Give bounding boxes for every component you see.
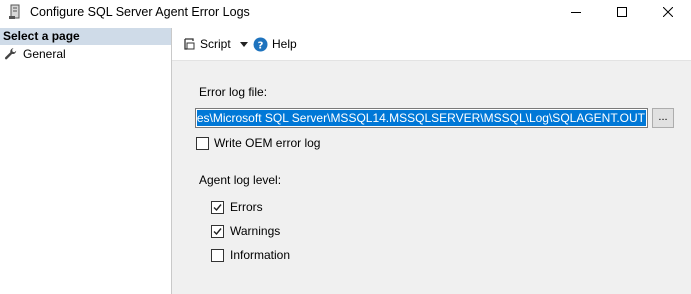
information-checkbox[interactable] <box>211 249 224 262</box>
script-icon <box>184 38 195 50</box>
wrench-icon <box>4 48 17 60</box>
maximize-button[interactable] <box>599 0 645 24</box>
script-button[interactable]: Script <box>182 36 248 52</box>
window-title: Configure SQL Server Agent Error Logs <box>30 5 250 19</box>
write-oem-checkbox[interactable] <box>196 137 209 150</box>
maximize-icon <box>617 7 627 17</box>
errors-label: Errors <box>230 200 263 214</box>
write-oem-label: Write OEM error log <box>214 136 321 150</box>
select-page-header: Select a page <box>0 28 171 45</box>
information-label: Information <box>230 248 291 262</box>
error-log-file-value: C:\Program Files\Microsoft SQL Server\MS… <box>197 111 645 125</box>
browse-button[interactable]: ... <box>652 108 674 128</box>
errors-checkbox[interactable] <box>211 201 224 214</box>
chevron-down-icon <box>239 41 248 47</box>
minimize-icon <box>571 12 581 13</box>
server-agent-icon <box>9 4 20 19</box>
error-log-file-label: Error log file: <box>199 85 268 99</box>
warnings-label: Warnings <box>230 224 281 238</box>
help-icon: ? <box>253 37 268 51</box>
warnings-checkbox[interactable] <box>211 225 224 238</box>
script-label: Script <box>200 37 231 51</box>
close-button[interactable] <box>645 0 691 24</box>
minimize-button[interactable] <box>553 0 599 24</box>
toolbar-divider <box>172 60 691 61</box>
close-icon <box>663 7 673 17</box>
toolbar: Script ? Help <box>172 28 691 60</box>
checkmark-icon <box>213 204 222 212</box>
page-selector-pane: Select a page General <box>0 28 172 294</box>
svg-text:?: ? <box>258 40 264 51</box>
title-bar: Configure SQL Server Agent Error Logs <box>0 0 691 24</box>
sidebar-item-label: General <box>23 47 66 61</box>
sidebar-item-general[interactable]: General <box>4 46 66 62</box>
agent-log-level-label: Agent log level: <box>199 173 282 187</box>
checkmark-icon <box>213 228 222 236</box>
help-label: Help <box>272 37 297 51</box>
help-button[interactable]: ? Help <box>253 36 297 52</box>
error-log-file-input[interactable]: C:\Program Files\Microsoft SQL Server\MS… <box>195 108 648 128</box>
